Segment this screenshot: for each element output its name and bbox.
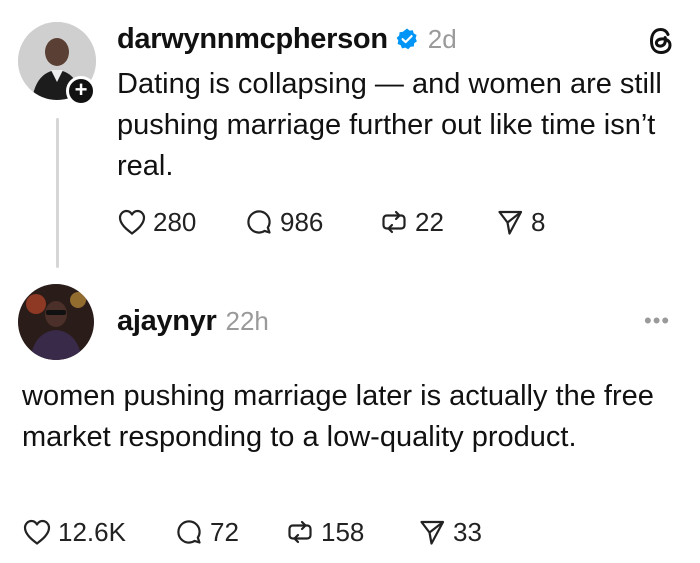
post-time: 2d	[427, 23, 457, 54]
share-count: 33	[453, 516, 482, 547]
repost-button[interactable]: 158	[285, 514, 364, 550]
post-time: 22h	[225, 305, 269, 336]
repost-count: 158	[321, 516, 365, 547]
share-button[interactable]: 33	[417, 514, 482, 550]
post-text: Dating is collapsing — and women are sti…	[117, 68, 662, 182]
post-header: ajaynyr 22h	[117, 302, 269, 340]
heart-icon	[23, 519, 51, 545]
send-icon	[498, 210, 523, 235]
follow-button[interactable]: +	[66, 76, 96, 106]
repost-icon	[382, 210, 406, 234]
like-button[interactable]: 280	[117, 204, 196, 240]
thread-connector-line	[56, 118, 59, 268]
more-horizontal-icon[interactable]: •••	[644, 310, 670, 332]
post-original: + darwynnmcpherson 2d Dating is collapsi…	[0, 0, 700, 282]
repost-button[interactable]: 22	[379, 204, 444, 240]
reply-button[interactable]: 986	[244, 204, 323, 240]
post-reply: ajaynyr 22h ••• women pushing marriage l…	[0, 282, 700, 563]
comment-icon	[247, 210, 271, 234]
share-button[interactable]: 8	[495, 204, 545, 240]
like-count: 280	[153, 206, 197, 237]
like-button[interactable]: 12.6K	[22, 514, 126, 550]
post-header: darwynnmcpherson 2d	[117, 18, 457, 60]
reply-count: 72	[210, 516, 239, 547]
username[interactable]: darwynnmcpherson	[117, 23, 388, 56]
threads-logo-icon[interactable]	[644, 24, 678, 58]
send-icon	[420, 520, 445, 545]
comment-icon	[177, 520, 201, 544]
repost-count: 22	[415, 206, 444, 237]
verified-badge-icon	[396, 28, 417, 50]
username[interactable]: ajaynyr	[117, 305, 217, 338]
repost-icon	[288, 520, 312, 544]
share-count: 8	[531, 206, 546, 237]
plus-icon: +	[74, 77, 88, 102]
avatar-ajaynyr[interactable]	[18, 284, 94, 360]
reply-button[interactable]: 72	[174, 514, 239, 550]
post-text: women pushing marriage later is actually…	[22, 380, 654, 453]
reply-count: 986	[280, 206, 324, 237]
heart-icon	[118, 209, 146, 235]
like-count: 12.6K	[58, 516, 126, 547]
